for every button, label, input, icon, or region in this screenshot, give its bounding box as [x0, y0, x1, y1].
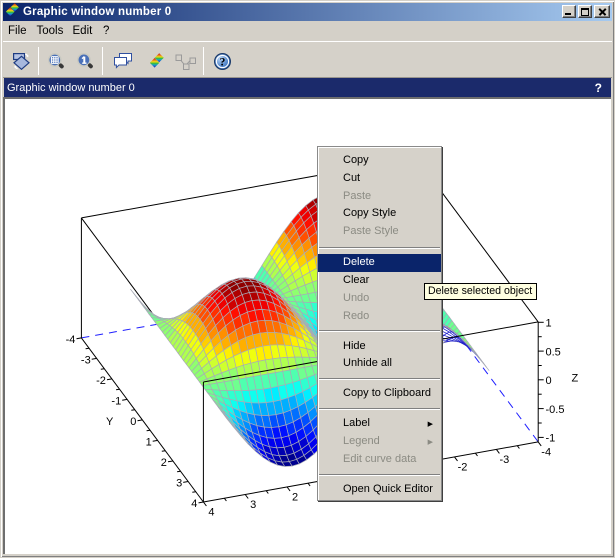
svg-text:-1: -1 [546, 433, 556, 445]
svg-text:?: ? [219, 57, 225, 69]
svg-text:0: 0 [130, 416, 136, 428]
svg-text:2: 2 [161, 457, 167, 469]
svg-text:1: 1 [546, 318, 552, 330]
svg-text:0: 0 [546, 375, 552, 387]
svg-text:2: 2 [292, 492, 298, 504]
svg-text:4: 4 [191, 498, 197, 510]
svg-text:-4: -4 [541, 446, 551, 458]
svg-text:-0.5: -0.5 [546, 404, 565, 416]
svg-text:-3: -3 [500, 454, 510, 466]
svg-text:Y: Y [106, 416, 114, 428]
svg-text:Z: Z [572, 373, 579, 385]
svg-text:0.5: 0.5 [546, 346, 561, 358]
svg-text:-4: -4 [66, 334, 76, 346]
svg-text:-2: -2 [458, 461, 468, 473]
svg-text:4: 4 [208, 507, 214, 519]
svg-text:-1: -1 [111, 395, 121, 407]
svg-text:1: 1 [146, 436, 152, 448]
svg-text:-3: -3 [81, 354, 91, 366]
svg-text:3: 3 [176, 478, 182, 490]
svg-text:-2: -2 [96, 375, 106, 387]
svg-text:3: 3 [250, 499, 256, 511]
